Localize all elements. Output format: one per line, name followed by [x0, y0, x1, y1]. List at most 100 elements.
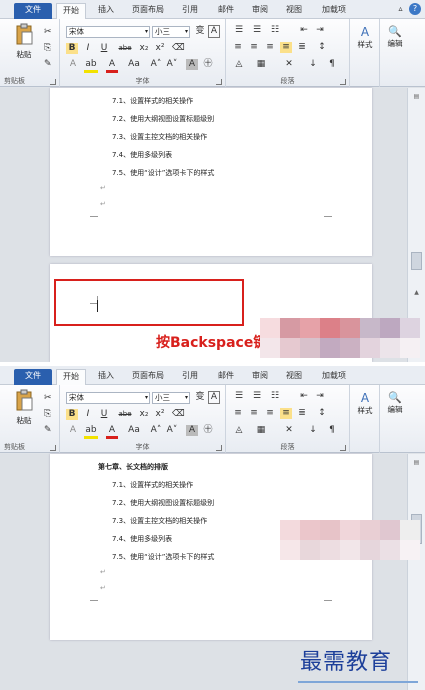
bold-icon[interactable]: B — [66, 43, 78, 54]
align-center-icon[interactable]: ≡ — [248, 42, 260, 53]
show-marks-icon[interactable]: ¶ — [326, 425, 338, 436]
borders-icon[interactable]: ▦ — [254, 425, 268, 436]
tab-home[interactable]: 开始 — [56, 3, 86, 19]
bullets-icon[interactable]: ☰ — [232, 391, 246, 402]
copy-icon[interactable]: ⎘ — [44, 43, 51, 54]
text-effect-icon[interactable]: A — [66, 425, 80, 436]
tab-review[interactable]: 审阅 — [246, 369, 274, 385]
tab-file[interactable]: 文件 — [14, 369, 52, 385]
phonetic-guide-icon[interactable]: 变 — [194, 392, 206, 403]
help-icon[interactable]: ? — [409, 3, 421, 15]
font-color-icon[interactable]: A — [106, 425, 118, 439]
align-center-icon[interactable]: ≡ — [248, 408, 260, 419]
tab-addins[interactable]: 加载项 — [316, 369, 352, 385]
align-left-icon[interactable]: ≡ — [232, 42, 244, 53]
superscript-icon[interactable]: x² — [154, 43, 166, 54]
char-shading-icon[interactable]: A — [186, 59, 198, 70]
format-painter-icon[interactable]: ✎ — [44, 59, 52, 70]
font-size-select[interactable]: 小三 ▾ — [152, 392, 190, 404]
cut-icon[interactable]: ✂ — [44, 393, 52, 404]
grow-font-icon[interactable]: A˄ — [150, 59, 162, 70]
editing-button[interactable]: 🔍 编辑 — [382, 25, 408, 49]
numbering-icon[interactable]: ☰ — [250, 391, 264, 402]
copy-icon[interactable]: ⎘ — [44, 409, 51, 420]
char-shading-icon[interactable]: A — [186, 425, 198, 436]
align-right-icon[interactable]: ≡ — [264, 408, 276, 419]
distributed-icon[interactable]: ≣ — [296, 408, 308, 419]
paste-button[interactable]: 粘贴 — [14, 389, 34, 426]
italic-icon[interactable]: I — [82, 409, 94, 420]
tab-page-layout[interactable]: 页面布局 — [126, 3, 170, 19]
char-border-icon[interactable]: A — [208, 391, 220, 404]
tab-insert[interactable]: 插入 — [92, 3, 120, 19]
char-border-icon[interactable]: A — [208, 25, 220, 38]
tab-view[interactable]: 视图 — [280, 369, 308, 385]
subscript-icon[interactable]: x₂ — [138, 409, 150, 420]
clear-format-icon[interactable]: ⌫ — [172, 43, 185, 54]
decrease-indent-icon[interactable]: ⇤ — [298, 391, 310, 402]
shading-icon[interactable]: ◬ — [232, 59, 246, 70]
increase-indent-icon[interactable]: ⇥ — [314, 391, 326, 402]
italic-icon[interactable]: I — [82, 43, 94, 54]
vertical-scrollbar[interactable]: ▤ — [407, 454, 425, 690]
shrink-font-icon[interactable]: A˅ — [166, 425, 178, 436]
scroll-up-icon[interactable]: ▲ — [412, 288, 421, 297]
enclose-char-icon[interactable]: ㊉ — [202, 425, 214, 436]
decrease-indent-icon[interactable]: ⇤ — [298, 25, 310, 36]
ruler-toggle-icon[interactable]: ▤ — [412, 458, 421, 467]
document-page[interactable]: 7.1、设置样式的相关操作 7.2、使用大纲视图设置标题级别 7.3、设置主控文… — [50, 88, 372, 256]
format-painter-icon[interactable]: ✎ — [44, 425, 52, 436]
distributed-icon[interactable]: ≣ — [296, 42, 308, 53]
bold-icon[interactable]: B — [66, 409, 78, 420]
line-spacing-icon[interactable]: ↕ — [316, 42, 328, 53]
strikethrough-icon[interactable]: abe — [116, 409, 134, 420]
superscript-icon[interactable]: x² — [154, 409, 166, 420]
multilevel-list-icon[interactable]: ☷ — [268, 25, 282, 36]
enclose-char-icon[interactable]: ㊉ — [202, 59, 214, 70]
paste-button[interactable]: 粘贴 — [14, 23, 34, 60]
highlight-icon[interactable]: ab — [84, 425, 98, 439]
clipboard-launcher[interactable] — [50, 79, 56, 85]
align-right-icon[interactable]: ≡ — [264, 42, 276, 53]
highlight-icon[interactable]: ab — [84, 59, 98, 73]
tab-page-layout[interactable]: 页面布局 — [126, 369, 170, 385]
font-name-select[interactable]: 宋体 ▾ — [66, 392, 150, 404]
tab-review[interactable]: 审阅 — [246, 3, 274, 19]
font-size-select[interactable]: 小三 ▾ — [152, 26, 190, 38]
phonetic-guide-icon[interactable]: 变 — [194, 26, 206, 37]
line-spacing-icon[interactable]: ↕ — [316, 408, 328, 419]
tab-home[interactable]: 开始 — [56, 369, 86, 385]
scrollbar-thumb[interactable] — [411, 252, 422, 270]
cut-icon[interactable]: ✂ — [44, 27, 52, 38]
justify-icon[interactable]: ≡ — [280, 42, 292, 53]
tab-file[interactable]: 文件 — [14, 3, 52, 19]
paragraph-launcher[interactable] — [340, 445, 346, 451]
font-color-icon[interactable]: A — [106, 59, 118, 73]
ruler-toggle-icon[interactable]: ▤ — [412, 92, 421, 101]
text-effect-icon[interactable]: A — [66, 59, 80, 70]
clear-format-icon[interactable]: ⌫ — [172, 409, 185, 420]
strikethrough-icon[interactable]: abe — [116, 43, 134, 54]
sort-icon[interactable]: ↓ — [306, 59, 320, 70]
font-name-select[interactable]: 宋体 ▾ — [66, 26, 150, 38]
styles-button[interactable]: A 样式 — [352, 391, 378, 416]
subscript-icon[interactable]: x₂ — [138, 43, 150, 54]
chinese-layout-icon[interactable]: ✕ — [282, 425, 296, 436]
tab-insert[interactable]: 插入 — [92, 369, 120, 385]
change-case-icon[interactable]: Aa — [126, 59, 142, 70]
tab-mailings[interactable]: 邮件 — [212, 3, 240, 19]
underline-icon[interactable]: U — [98, 43, 110, 54]
align-left-icon[interactable]: ≡ — [232, 408, 244, 419]
bullets-icon[interactable]: ☰ — [232, 25, 246, 36]
underline-icon[interactable]: U — [98, 409, 110, 420]
show-marks-icon[interactable]: ¶ — [326, 59, 338, 70]
tab-mailings[interactable]: 邮件 — [212, 369, 240, 385]
tab-references[interactable]: 引用 — [176, 3, 204, 19]
shrink-font-icon[interactable]: A˅ — [166, 59, 178, 70]
grow-font-icon[interactable]: A˄ — [150, 425, 162, 436]
tab-view[interactable]: 视图 — [280, 3, 308, 19]
tab-addins[interactable]: 加载项 — [316, 3, 352, 19]
minimize-ribbon-icon[interactable]: ▵ — [394, 3, 406, 15]
multilevel-list-icon[interactable]: ☷ — [268, 391, 282, 402]
increase-indent-icon[interactable]: ⇥ — [314, 25, 326, 36]
